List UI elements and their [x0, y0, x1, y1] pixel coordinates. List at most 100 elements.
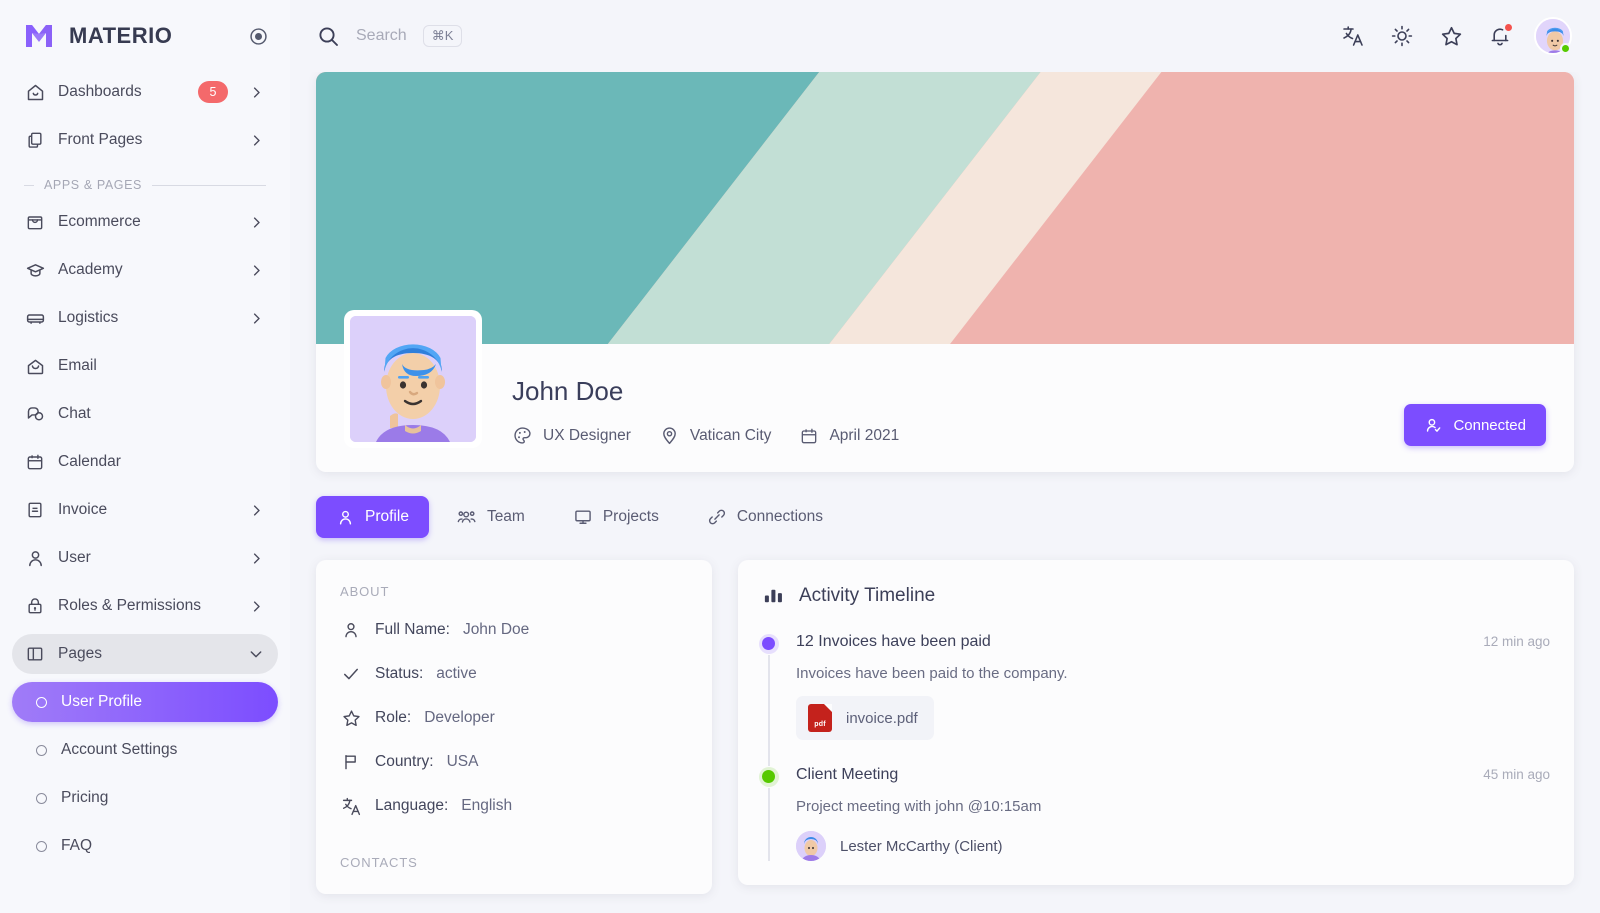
layout-panel-icon: [24, 643, 46, 665]
timeline-item-time: 45 min ago: [1483, 767, 1550, 782]
chevron-right-icon: [248, 598, 264, 614]
activity-header: Activity Timeline: [762, 584, 1550, 607]
brightness-icon[interactable]: [1387, 21, 1417, 51]
notifications-icon[interactable]: [1485, 21, 1515, 51]
tab-team[interactable]: Team: [437, 496, 545, 538]
timeline-item-header: 12 Invoices have been paid 12 min ago: [796, 633, 1550, 651]
notification-badge-dot: [1504, 23, 1513, 32]
sidebar-item-label: Front Pages: [58, 131, 143, 148]
chevron-right-icon: [248, 132, 264, 148]
about-value: active: [436, 665, 477, 682]
users-icon: [457, 507, 477, 527]
attachment-chip[interactable]: pdf invoice.pdf: [796, 696, 934, 740]
sidebar-item-dashboards[interactable]: Dashboards 5: [12, 72, 278, 112]
about-key: Status:: [375, 665, 424, 682]
brand-header: MATERIO: [0, 0, 290, 72]
calendar-icon: [24, 451, 46, 473]
sidebar-section-header: APPS & PAGES: [12, 178, 278, 192]
profile-meta-location: Vatican City: [659, 425, 771, 446]
translate-icon[interactable]: [1338, 21, 1368, 51]
sidebar-item-label: Pages: [58, 645, 102, 662]
copy-icon: [24, 129, 46, 151]
profile-content-grid: ABOUT Full Name: John Doe Status: active…: [316, 560, 1574, 894]
about-key: Language:: [375, 797, 449, 814]
search-shortcut-key: ⌘K: [422, 25, 463, 47]
timeline-dot: [758, 633, 779, 654]
sidebar-item-label: Email: [58, 357, 97, 374]
chat-bubbles-icon: [24, 403, 46, 425]
star-icon[interactable]: [1436, 21, 1466, 51]
sidebar-subitem-pricing[interactable]: Pricing: [12, 778, 278, 818]
translate-icon: [340, 795, 362, 817]
tab-label: Team: [486, 508, 525, 525]
divider-right: [151, 184, 266, 186]
timeline-item-desc: Project meeting with john @10:15am: [796, 798, 1042, 815]
profile-meta-text: April 2021: [829, 426, 900, 444]
sidebar-subitem-user-profile[interactable]: User Profile: [12, 682, 278, 722]
sidebar-item-label: Logistics: [58, 309, 119, 326]
search-bar[interactable]: Search ⌘K: [316, 24, 463, 48]
sidebar-subitem-label: Account Settings: [61, 741, 178, 758]
sidebar-item-label: Invoice: [58, 501, 108, 518]
sidebar-item-label: Calendar: [58, 453, 121, 470]
sidebar-item-invoice[interactable]: Invoice: [12, 490, 278, 530]
sidebar-subitem-account-settings[interactable]: Account Settings: [12, 730, 278, 770]
topbar-actions: [1338, 17, 1572, 55]
profile-info-bar: John Doe UX Designer Vatican City April …: [316, 310, 1574, 472]
flag-icon: [340, 751, 362, 773]
timeline-person: Lester McCarthy (Client): [796, 831, 1550, 861]
sidebar-subitem-faq[interactable]: FAQ: [12, 826, 278, 866]
sidebar-subitem-label: User Profile: [61, 693, 142, 710]
profile-name: John Doe: [512, 376, 624, 406]
link-icon: [707, 507, 727, 527]
sidebar-item-roles-permissions[interactable]: Roles & Permissions: [12, 586, 278, 626]
map-pin-icon: [659, 425, 680, 446]
radio-circle-icon[interactable]: [246, 24, 270, 48]
pdf-file-icon: pdf: [808, 704, 832, 732]
activity-column: Activity Timeline 12 Invoices have been …: [738, 560, 1574, 885]
timeline-item-title: Client Meeting: [796, 766, 899, 783]
profile-meta-text: UX Designer: [543, 426, 631, 444]
user-avatar[interactable]: [1534, 17, 1572, 55]
tab-projects[interactable]: Projects: [553, 496, 679, 538]
user-icon: [336, 508, 355, 527]
sidebar-item-pages[interactable]: Pages: [12, 634, 278, 674]
bullet-icon: [36, 792, 47, 804]
profile-avatar: [350, 316, 476, 442]
materio-m-logo-icon: [24, 23, 56, 49]
timeline-item-desc: Invoices have been paid to the company.: [796, 665, 1068, 682]
sidebar-item-email[interactable]: Email: [12, 346, 278, 386]
about-row-country: Country: USA: [340, 751, 688, 773]
sidebar-item-academy[interactable]: Academy: [12, 250, 278, 290]
sidebar-item-user[interactable]: User: [12, 538, 278, 578]
tab-connections[interactable]: Connections: [687, 496, 843, 538]
about-row-full-name: Full Name: John Doe: [340, 619, 688, 641]
bar-chart-icon: [762, 584, 785, 607]
sidebar-item-front-pages[interactable]: Front Pages: [12, 120, 278, 160]
sidebar-item-calendar[interactable]: Calendar: [12, 442, 278, 482]
topbar: Search ⌘K: [290, 0, 1600, 72]
tab-profile[interactable]: Profile: [316, 496, 429, 538]
connected-button[interactable]: Connected: [1404, 404, 1546, 446]
person-avatar: [796, 831, 826, 861]
sidebar-item-logistics[interactable]: Logistics: [12, 298, 278, 338]
invoice-icon: [24, 499, 46, 521]
about-row-language: Language: English: [340, 795, 688, 817]
sidebar-subitem-label: FAQ: [61, 837, 93, 854]
about-key: Role:: [375, 709, 412, 726]
profile-details: John Doe UX Designer Vatican City April …: [482, 376, 1404, 448]
sidebar-item-chat[interactable]: Chat: [12, 394, 278, 434]
activity-timeline-card: Activity Timeline 12 Invoices have been …: [738, 560, 1574, 885]
check-icon: [340, 663, 362, 685]
sidebar-item-label: Academy: [58, 261, 123, 278]
tab-label: Projects: [602, 508, 659, 525]
about-column: ABOUT Full Name: John Doe Status: active…: [316, 560, 712, 894]
online-status-dot: [1560, 43, 1571, 54]
tab-label: Connections: [736, 508, 824, 525]
contacts-title: CONTACTS: [340, 855, 418, 870]
sidebar-item-ecommerce[interactable]: Ecommerce: [12, 202, 278, 242]
timeline-item: Client Meeting 45 min ago Project meetin…: [758, 766, 1550, 861]
about-key: Full Name:: [375, 621, 450, 638]
profile-tabs: Profile Team Projects Connections: [316, 496, 1574, 538]
divider-left: [24, 184, 34, 186]
